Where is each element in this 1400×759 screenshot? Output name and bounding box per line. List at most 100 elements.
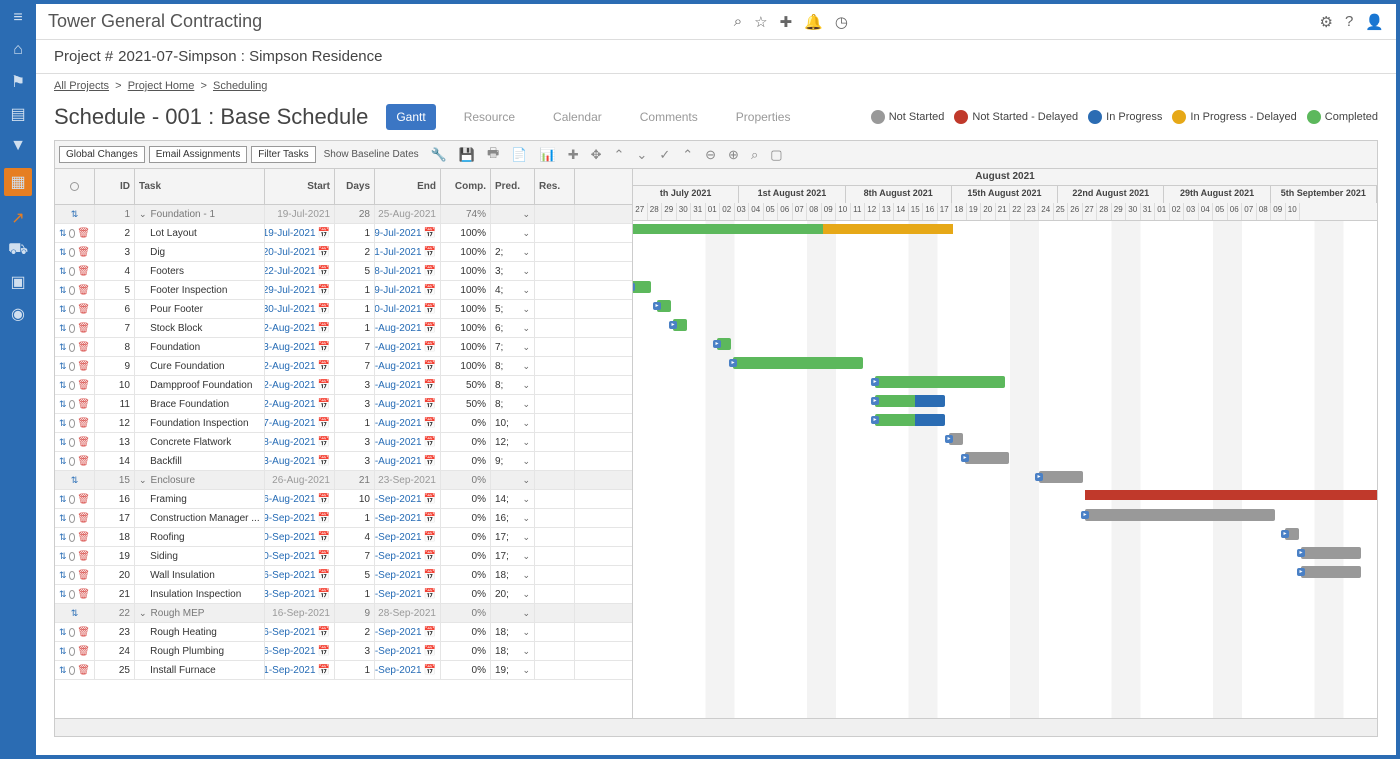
team-icon[interactable]: ⚑ [8, 72, 28, 92]
row-radio[interactable] [69, 514, 76, 523]
row-radio[interactable] [69, 590, 76, 599]
gantt-task-bar[interactable] [965, 452, 1009, 464]
tab-properties[interactable]: Properties [726, 104, 801, 130]
delete-icon[interactable]: 🗑 [77, 589, 90, 600]
reorder-icon[interactable]: ⇅ [59, 532, 67, 543]
calendar-icon[interactable]: 📅 [424, 418, 436, 429]
calendar-icon[interactable]: 📅 [424, 228, 436, 239]
reorder-icon[interactable]: ⇅ [71, 209, 79, 220]
table-row[interactable]: ⇅🗑23 Rough Heating16-Sep-2021📅217-Sep-20… [55, 623, 632, 642]
row-radio[interactable] [69, 438, 76, 447]
delete-icon[interactable]: 🗑 [77, 361, 90, 372]
gantt-summary-bar[interactable] [1085, 490, 1377, 500]
calendar-icon[interactable]: 📅 [424, 627, 436, 638]
menu-icon[interactable]: ≡ [8, 8, 28, 28]
gantt-task-bar[interactable] [1085, 509, 1275, 521]
table-row[interactable]: ⇅🗑17 Construction Manager ...09-Sep-2021… [55, 509, 632, 528]
gear-icon[interactable]: ⚙ [1320, 13, 1333, 31]
reorder-icon[interactable]: ⇅ [59, 399, 67, 410]
reorder-icon[interactable]: ⇅ [59, 551, 67, 562]
chevron-down-icon[interactable]: ⌄ [522, 456, 530, 467]
row-radio[interactable] [69, 647, 76, 656]
table-row[interactable]: ⇅🗑19 Siding10-Sep-2021📅720-Sep-2021📅0%17… [55, 547, 632, 566]
chevron-down-icon[interactable]: ⌄ [522, 532, 530, 543]
tab-calendar[interactable]: Calendar [543, 104, 612, 130]
calendar-icon[interactable]: 📅 [318, 418, 330, 429]
chevron-down-icon[interactable]: ⌄ [522, 513, 530, 524]
delete-icon[interactable]: 🗑 [77, 228, 90, 239]
calendar-icon[interactable]: 📅 [318, 361, 330, 372]
delete-icon[interactable]: 🗑 [77, 247, 90, 258]
calendar-icon[interactable]: 📅 [318, 304, 330, 315]
calendar-icon[interactable]: 📅 [318, 627, 330, 638]
forms-icon[interactable]: ▤ [8, 104, 28, 124]
reorder-icon[interactable]: ⇅ [59, 513, 67, 524]
row-radio[interactable] [69, 400, 76, 409]
calendar-icon[interactable]: 📅 [424, 589, 436, 600]
find-icon[interactable]: ⌕ [747, 147, 762, 163]
calendar-icon[interactable]: 📅 [424, 456, 436, 467]
delete-icon[interactable]: 🗑 [77, 437, 90, 448]
show-baseline-link[interactable]: Show Baseline Dates [320, 149, 423, 160]
row-radio[interactable] [69, 324, 76, 333]
export-icon[interactable]: ↗ [8, 208, 28, 228]
email-assignments-button[interactable]: Email Assignments [149, 146, 247, 163]
reorder-icon[interactable]: ⇅ [59, 589, 67, 600]
chevron-down-icon[interactable]: ⌄ [522, 551, 530, 562]
reorder-icon[interactable]: ⇅ [59, 570, 67, 581]
calendar-icon[interactable]: 📅 [318, 266, 330, 277]
zoom-in-icon[interactable]: ⊕ [724, 147, 743, 163]
calendar-icon[interactable]: 📅 [424, 247, 436, 258]
calendar-icon[interactable]: 📅 [318, 532, 330, 543]
row-radio[interactable] [69, 571, 76, 580]
reorder-icon[interactable]: ⇅ [59, 418, 67, 429]
reorder-icon[interactable]: ⇅ [71, 475, 79, 486]
calendar-icon[interactable]: 📅 [318, 513, 330, 524]
reorder-icon[interactable]: ⇅ [59, 627, 67, 638]
delete-icon[interactable]: 🗑 [77, 646, 90, 657]
calendar-icon[interactable]: 📅 [424, 437, 436, 448]
row-radio[interactable] [69, 248, 76, 257]
expand-icon[interactable]: ⌄ [139, 608, 147, 619]
reports-icon[interactable]: ◉ [8, 304, 28, 324]
truck-icon[interactable]: ⛟ [8, 240, 28, 260]
calendar-icon[interactable]: 📅 [424, 323, 436, 334]
schedule-icon[interactable]: ▦ [4, 168, 32, 196]
calendar-icon[interactable]: 📅 [318, 399, 330, 410]
chevron-down-icon[interactable]: ⌄ [522, 608, 530, 619]
calendar-icon[interactable]: 📅 [424, 361, 436, 372]
reorder-icon[interactable]: ⇅ [59, 437, 67, 448]
filter-tasks-button[interactable]: Filter Tasks [251, 146, 315, 163]
print-icon[interactable]: 🖶 [483, 144, 503, 166]
calendar-icon[interactable]: 📅 [318, 228, 330, 239]
global-changes-button[interactable]: Global Changes [59, 146, 145, 163]
calendar-icon[interactable]: 📅 [318, 456, 330, 467]
gantt-summary-bar[interactable] [633, 224, 953, 234]
select-all-radio[interactable] [70, 182, 79, 191]
pdf-icon[interactable]: 📄 [507, 147, 531, 163]
delete-icon[interactable]: 🗑 [77, 418, 90, 429]
chevron-down-icon[interactable]: ⌄ [522, 380, 530, 391]
excel-icon[interactable]: 📊 [536, 147, 560, 163]
gantt-task-bar[interactable] [875, 414, 945, 426]
star-icon[interactable]: ☆ [754, 13, 767, 31]
gantt-task-bar[interactable] [633, 281, 651, 293]
calendar-icon[interactable]: 📅 [318, 247, 330, 258]
filter-icon[interactable]: ▼ [8, 136, 28, 156]
calendar-icon[interactable]: 📅 [318, 665, 330, 676]
table-row[interactable]: ⇅🗑7 Stock Block02-Aug-2021📅102-Aug-2021📅… [55, 319, 632, 338]
calendar-icon[interactable]: 📅 [424, 551, 436, 562]
calendar-icon[interactable]: 📅 [318, 551, 330, 562]
delete-icon[interactable]: 🗑 [77, 532, 90, 543]
up-icon[interactable]: ⌃ [610, 147, 629, 163]
row-radio[interactable] [69, 419, 76, 428]
reorder-icon[interactable]: ⇅ [59, 247, 67, 258]
user-icon[interactable]: 👤 [1365, 13, 1384, 31]
crumb-scheduling[interactable]: Scheduling [213, 80, 267, 92]
gantt-task-bar[interactable] [1039, 471, 1083, 483]
delete-icon[interactable]: 🗑 [77, 570, 90, 581]
chevron-down-icon[interactable]: ⌄ [522, 323, 530, 334]
gantt-task-bar[interactable] [1301, 566, 1361, 578]
home-icon[interactable]: ⌂ [8, 40, 28, 60]
calendar-icon[interactable]: 📅 [424, 665, 436, 676]
